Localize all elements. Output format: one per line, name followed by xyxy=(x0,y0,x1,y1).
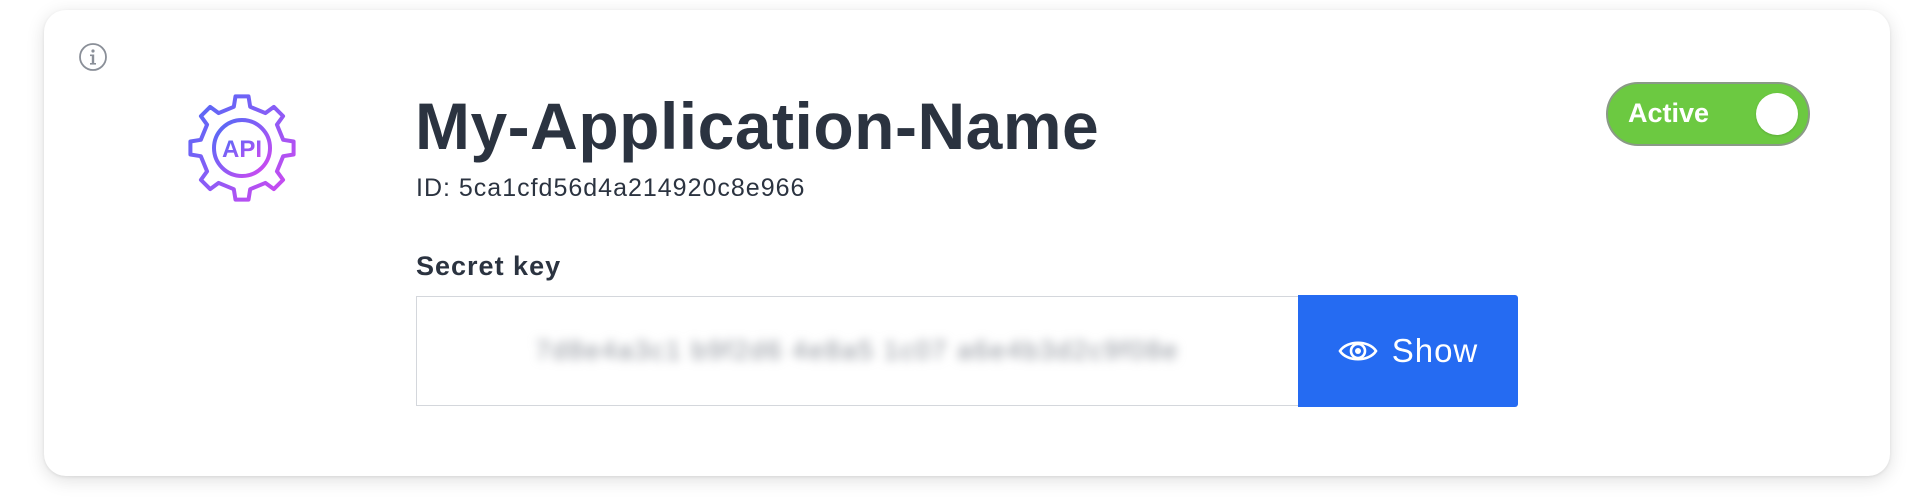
show-button-label: Show xyxy=(1391,332,1479,369)
status-toggle[interactable]: Active xyxy=(1606,82,1810,146)
info-icon[interactable] xyxy=(78,42,108,72)
toggle-knob xyxy=(1756,93,1798,135)
secret-key-field[interactable]: 7d8e4a3c1 b9f2d6 4e8a5 1c07 a6e4b3d2c9f0… xyxy=(416,296,1298,406)
secret-key-value: 7d8e4a3c1 b9f2d6 4e8a5 1c07 a6e4b3d2c9f0… xyxy=(535,335,1180,365)
eye-icon xyxy=(1338,341,1378,361)
api-logo-text: API xyxy=(222,136,262,163)
application-card: API My-Application-Name ID: 5ca1cfd56d4a… xyxy=(44,10,1890,476)
secret-key-label: Secret key xyxy=(416,251,562,281)
application-id: ID: 5ca1cfd56d4a214920c8e966 xyxy=(416,174,806,202)
application-name: My-Application-Name xyxy=(415,89,1100,163)
show-secret-button[interactable]: Show xyxy=(1298,295,1518,407)
api-gear-icon: API xyxy=(188,94,296,202)
status-toggle-label: Active xyxy=(1628,98,1710,128)
